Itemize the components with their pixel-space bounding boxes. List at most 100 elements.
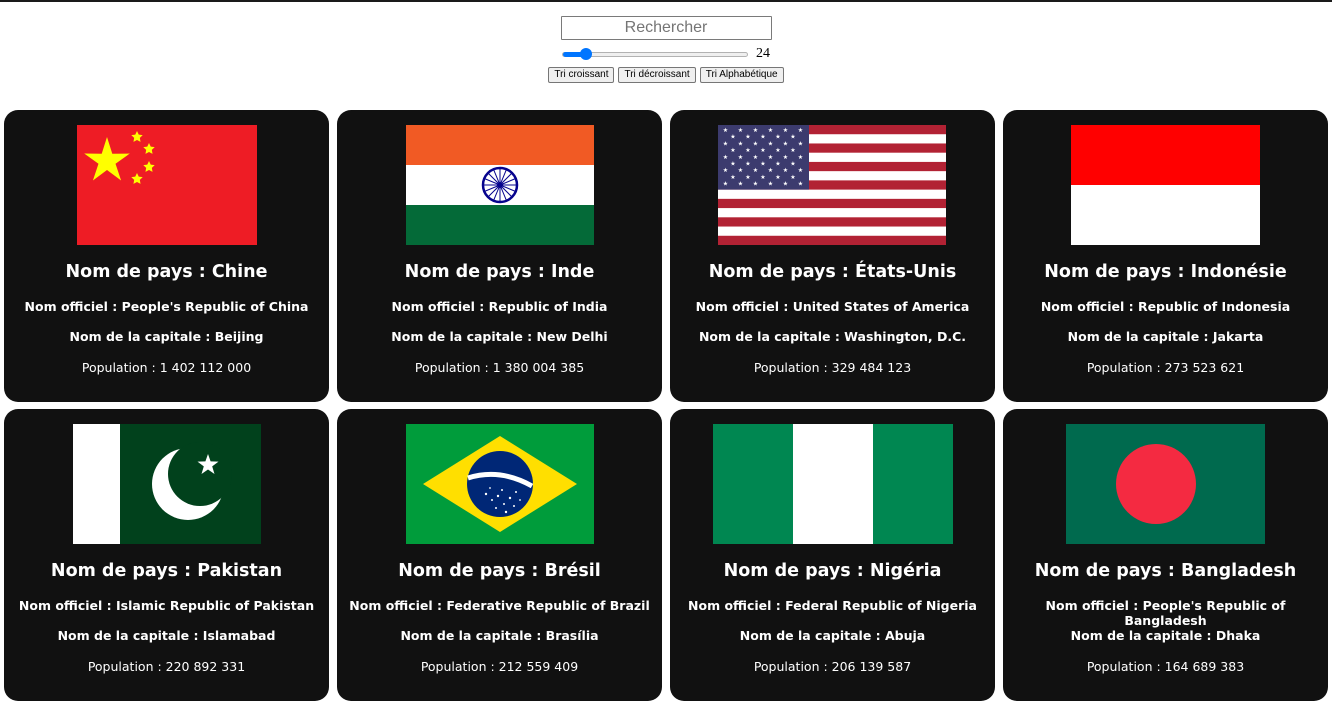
- capital-name: Nom de la capitale : Jakarta: [1067, 329, 1264, 344]
- svg-text:★: ★: [790, 174, 795, 181]
- svg-text:★: ★: [768, 140, 773, 147]
- sort-ascending-button[interactable]: Tri croissant: [548, 67, 615, 83]
- official-name: Nom officiel : People's Republic of Chin…: [24, 299, 309, 314]
- svg-text:★: ★: [745, 147, 750, 154]
- population: Population : 220 892 331: [87, 659, 246, 674]
- official-name: Nom officiel : Republic of India: [391, 299, 608, 314]
- svg-text:★: ★: [760, 161, 765, 168]
- svg-text:★: ★: [753, 140, 758, 147]
- country-card[interactable]: Nom de pays : Inde Nom officiel : Republ…: [337, 110, 662, 402]
- svg-text:★: ★: [738, 154, 743, 161]
- population: Population : 164 689 383: [1086, 659, 1245, 674]
- sort-descending-button[interactable]: Tri décroissant: [618, 67, 696, 83]
- svg-text:★: ★: [760, 134, 765, 141]
- svg-text:★: ★: [798, 127, 803, 134]
- country-card[interactable]: Nom de pays : Brésil Nom officiel : Fede…: [337, 409, 662, 701]
- country-name: Nom de pays : Brésil: [398, 561, 601, 581]
- svg-text:★: ★: [783, 127, 788, 134]
- official-name: Nom officiel : People's Republic of Bang…: [1045, 598, 1286, 628]
- country-name: Nom de pays : États-Unis: [708, 262, 957, 282]
- svg-text:★: ★: [723, 181, 728, 188]
- usa-flag: ★ ★ ★ ★ ★ ★ ★ ★ ★ ★ ★ ★ ★ ★ ★ ★ ★ ★ ★ ★ ★ ★ ★ ★ ★ ★ ★ ★ ★ ★ ★ ★ ★ ★ ★ ★ ★ ★ ★ ★…: [718, 125, 946, 245]
- svg-text:★: ★: [753, 167, 758, 174]
- capital-name: Nom de la capitale : Islamabad: [57, 628, 276, 643]
- nigeria-flag: [713, 424, 953, 544]
- svg-text:★: ★: [775, 161, 780, 168]
- country-name: Nom de pays : Pakistan: [50, 561, 283, 581]
- population: Population : 273 523 621: [1086, 360, 1245, 375]
- official-name: Nom officiel : Republic of Indonesia: [1040, 299, 1291, 314]
- svg-text:★: ★: [768, 181, 773, 188]
- svg-text:★: ★: [775, 134, 780, 141]
- svg-text:★: ★: [753, 154, 758, 161]
- population: Population : 1 380 004 385: [414, 360, 585, 375]
- top-border: [0, 0, 1332, 2]
- country-card[interactable]: Nom de pays : Bangladesh Nom officiel : …: [1003, 409, 1328, 701]
- capital-name: Nom de la capitale : Abuja: [739, 628, 926, 643]
- brazil-flag: [406, 424, 594, 544]
- country-card[interactable]: ★ ★ ★ ★ ★ ★ ★ ★ ★ ★ ★ ★ ★ ★ ★ ★ ★ ★ ★ ★ ★ ★ ★ ★ ★ ★ ★ ★ ★ ★ ★ ★ ★ ★ ★ ★ ★ ★ ★ ★…: [670, 110, 995, 402]
- svg-text:★: ★: [798, 140, 803, 147]
- svg-text:★: ★: [738, 127, 743, 134]
- svg-text:★: ★: [783, 140, 788, 147]
- svg-text:★: ★: [783, 167, 788, 174]
- india-flag: [406, 125, 594, 245]
- population: Population : 329 484 123: [753, 360, 912, 375]
- svg-text:★: ★: [723, 140, 728, 147]
- china-flag: [73, 125, 261, 245]
- svg-text:★: ★: [745, 174, 750, 181]
- capital-name: Nom de la capitale : Beijing: [69, 329, 264, 344]
- official-name: Nom officiel : Islamic Republic of Pakis…: [18, 598, 315, 613]
- official-name: Nom officiel : Federal Republic of Niger…: [688, 598, 977, 613]
- svg-text:★: ★: [723, 127, 728, 134]
- pakistan-flag: [73, 424, 261, 544]
- country-name: Nom de pays : Bangladesh: [1034, 561, 1297, 581]
- capital-name: Nom de la capitale : Brasília: [400, 628, 599, 643]
- svg-text:★: ★: [730, 147, 735, 154]
- country-card[interactable]: Nom de pays : Pakistan Nom officiel : Is…: [4, 409, 329, 701]
- svg-text:★: ★: [738, 167, 743, 174]
- svg-text:★: ★: [798, 154, 803, 161]
- svg-text:★: ★: [783, 181, 788, 188]
- country-name: Nom de pays : Nigéria: [723, 561, 942, 581]
- bangladesh-flag: [1066, 424, 1265, 544]
- svg-text:★: ★: [753, 127, 758, 134]
- svg-text:★: ★: [775, 147, 780, 154]
- svg-text:★: ★: [760, 174, 765, 181]
- svg-text:★: ★: [790, 161, 795, 168]
- population: Population : 206 139 587: [753, 659, 912, 674]
- capital-name: Nom de la capitale : Dhaka: [1070, 628, 1261, 643]
- svg-text:★: ★: [745, 161, 750, 168]
- sort-alphabetical-button[interactable]: Tri Alphabétique: [699, 67, 784, 83]
- svg-text:★: ★: [768, 154, 773, 161]
- capital-name: Nom de la capitale : New Delhi: [391, 329, 608, 344]
- country-name: Nom de pays : Chine: [65, 262, 268, 282]
- population-slider[interactable]: [562, 47, 748, 60]
- svg-text:★: ★: [768, 127, 773, 134]
- svg-text:★: ★: [775, 174, 780, 181]
- svg-text:★: ★: [790, 134, 795, 141]
- country-card[interactable]: Nom de pays : Indonésie Nom officiel : R…: [1003, 110, 1328, 402]
- svg-text:★: ★: [790, 147, 795, 154]
- slider-value: 24: [756, 46, 770, 61]
- svg-text:★: ★: [723, 167, 728, 174]
- svg-text:★: ★: [745, 134, 750, 141]
- population: Population : 212 559 409: [420, 659, 579, 674]
- svg-text:★: ★: [738, 140, 743, 147]
- country-card[interactable]: Nom de pays : Nigéria Nom officiel : Fed…: [670, 409, 995, 701]
- svg-text:★: ★: [760, 147, 765, 154]
- indonesia-flag: [1071, 125, 1260, 245]
- svg-text:★: ★: [798, 181, 803, 188]
- official-name: Nom officiel : Federative Republic of Br…: [349, 598, 650, 613]
- official-name: Nom officiel : United States of America: [695, 299, 970, 314]
- controls-panel: 24 Tri croissant Tri décroissant Tri Alp…: [0, 16, 1332, 83]
- svg-text:★: ★: [783, 154, 788, 161]
- search-input[interactable]: [560, 16, 772, 40]
- country-name: Nom de pays : Indonésie: [1044, 262, 1287, 282]
- svg-text:★: ★: [723, 154, 728, 161]
- svg-text:★: ★: [798, 167, 803, 174]
- sort-buttons: Tri croissant Tri décroissant Tri Alphab…: [0, 67, 1332, 83]
- country-card[interactable]: Nom de pays : Chine Nom officiel : Peopl…: [4, 110, 329, 402]
- slider-thumb[interactable]: [580, 47, 592, 60]
- svg-text:★: ★: [730, 134, 735, 141]
